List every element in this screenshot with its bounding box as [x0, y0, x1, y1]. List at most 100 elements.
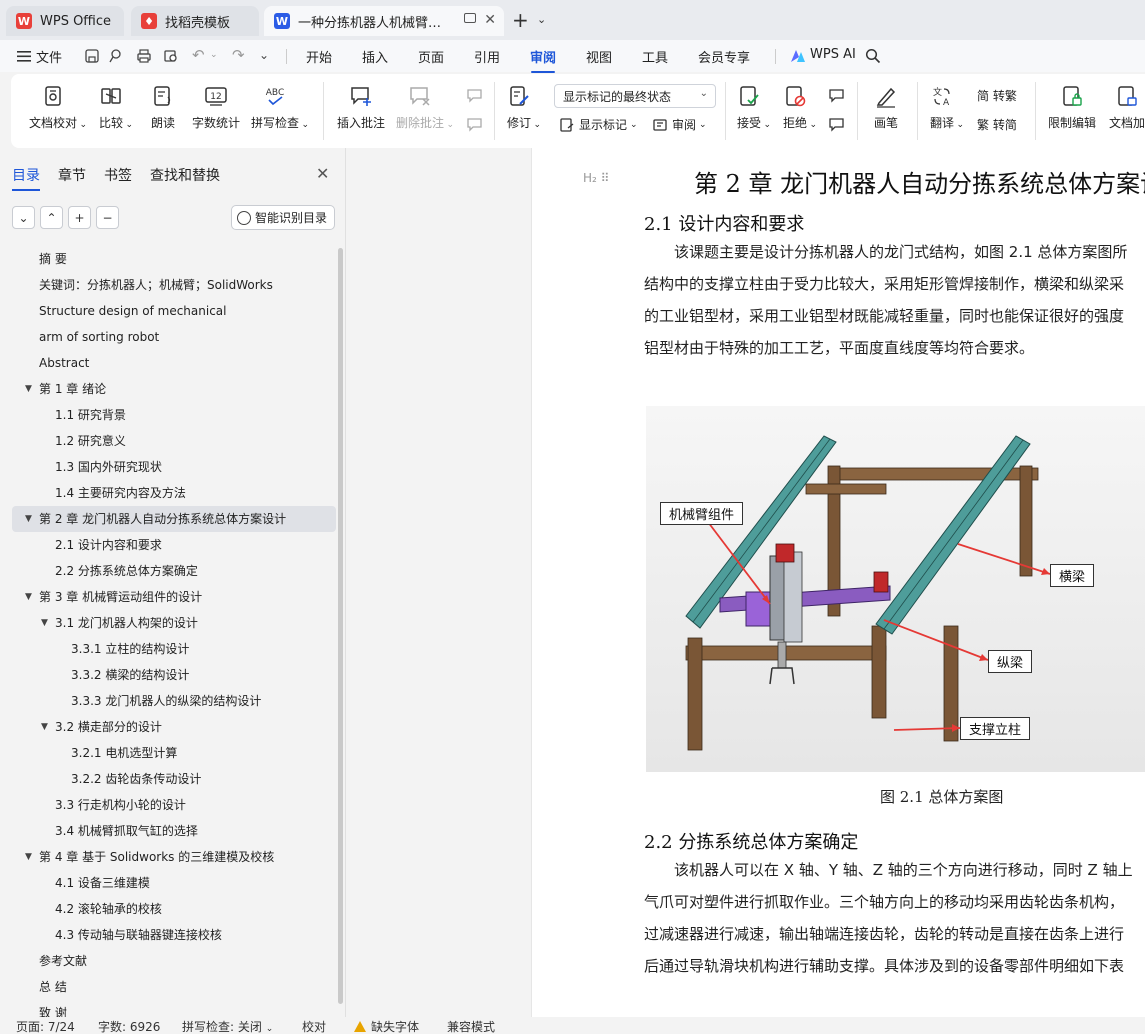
- spell-check-button[interactable]: ABC 拼写检查 ⌄: [251, 84, 309, 131]
- expand-arrow-icon[interactable]: ▼: [25, 376, 32, 402]
- toc-item[interactable]: 关键词：分拣机器人；机械臂；SolidWorks: [12, 272, 336, 298]
- overall-scheme-figure[interactable]: 机械臂组件 横梁 纵梁 支撑立柱: [646, 406, 1145, 772]
- menu-review[interactable]: 审阅: [530, 47, 556, 73]
- tab-current-document[interactable]: W 一种分拣机器人机械臂结构设计 ✕: [264, 6, 504, 36]
- collapse-down-button[interactable]: ⌄: [12, 206, 35, 229]
- insert-comment-button[interactable]: 插入批注: [337, 84, 385, 131]
- tab-docer-template[interactable]: ♦ 找稻壳模板: [131, 6, 259, 36]
- collapse-up-button[interactable]: ⌃: [40, 206, 63, 229]
- read-aloud-button[interactable]: 朗读: [151, 84, 175, 131]
- next-change-icon[interactable]: [828, 116, 846, 134]
- new-tab-button[interactable]: +: [512, 8, 529, 32]
- to-simplified-button[interactable]: 繁 转简: [977, 116, 1017, 133]
- menu-insert[interactable]: 插入: [362, 47, 388, 66]
- restrict-edit-button[interactable]: 限制编辑: [1048, 84, 1096, 131]
- print-icon[interactable]: [136, 48, 152, 64]
- toc-item[interactable]: 1.3 国内外研究现状: [12, 454, 336, 480]
- toc-item[interactable]: 4.1 设备三维建模: [12, 870, 336, 896]
- redo-icon[interactable]: ↷: [232, 46, 245, 64]
- toc-item[interactable]: 4.2 滚轮轴承的校核: [12, 896, 336, 922]
- nav-tab-toc[interactable]: 目录: [12, 165, 40, 191]
- chevron-down-icon[interactable]: ⌄: [210, 50, 218, 60]
- toc-item[interactable]: 1.4 主要研究内容及方法: [12, 480, 336, 506]
- expand-arrow-icon[interactable]: ▼: [41, 610, 48, 636]
- remove-heading-button[interactable]: −: [96, 206, 119, 229]
- reject-button[interactable]: 拒绝 ⌄: [783, 84, 817, 131]
- search-icon[interactable]: [865, 48, 881, 64]
- prev-comment-icon[interactable]: [466, 87, 484, 105]
- toc-item[interactable]: 1.2 研究意义: [12, 428, 336, 454]
- delete-comment-button[interactable]: 删除批注 ⌄: [396, 84, 454, 131]
- doc-check-button[interactable]: 文档校对 ⌄: [29, 84, 87, 131]
- page-indicator[interactable]: 页面: 7/24: [16, 1018, 75, 1034]
- compare-button[interactable]: 比较 ⌄: [99, 84, 133, 131]
- toc-item[interactable]: ▼ 第 1 章 绪论: [12, 376, 336, 402]
- review-pane-button[interactable]: 审阅 ⌄: [652, 116, 707, 133]
- toc-item[interactable]: ▼ 3.2 横走部分的设计: [12, 714, 336, 740]
- spell-check-status[interactable]: 拼写检查: 关闭 ⌄: [182, 1018, 273, 1034]
- menu-reference[interactable]: 引用: [474, 47, 500, 66]
- prev-change-icon[interactable]: [828, 87, 846, 105]
- monitor-icon[interactable]: [464, 13, 476, 23]
- document-page[interactable]: H₂ ⠿ 第 2 章 龙门机器人自动分拣系统总体方案设 2.1 设计内容和要求 …: [531, 148, 1145, 1017]
- toc-item[interactable]: 3.2.2 齿轮齿条传动设计: [12, 766, 336, 792]
- tab-wps-office[interactable]: W WPS Office: [6, 6, 124, 36]
- toc-item[interactable]: 3.3 行走机构小轮的设计: [12, 792, 336, 818]
- save-icon[interactable]: [84, 48, 100, 64]
- toc-item[interactable]: ▼ 第 3 章 机械臂运动组件的设计: [12, 584, 336, 610]
- close-tab-icon[interactable]: ✕: [484, 12, 496, 28]
- markup-display-select[interactable]: 显示标记的最终状态 ⌄: [554, 84, 716, 108]
- toc-item[interactable]: 总 结: [12, 974, 336, 1000]
- toc-item[interactable]: 3.3.1 立柱的结构设计: [12, 636, 336, 662]
- expand-arrow-icon[interactable]: ▼: [25, 844, 32, 870]
- toc-item[interactable]: 摘 要: [12, 246, 336, 272]
- toc-item[interactable]: 参考文献: [12, 948, 336, 974]
- to-traditional-button[interactable]: 简 转繁: [977, 87, 1017, 104]
- toc-item[interactable]: 1.1 研究背景: [12, 402, 336, 428]
- menu-tools[interactable]: 工具: [642, 47, 668, 66]
- menu-page[interactable]: 页面: [418, 47, 444, 66]
- toc-item[interactable]: arm of sorting robot: [12, 324, 336, 350]
- word-count-button[interactable]: 12 字数统计: [192, 84, 240, 131]
- show-markup-button[interactable]: 显示标记 ⌄: [559, 116, 638, 133]
- translate-button[interactable]: 文A 翻译 ⌄: [930, 84, 964, 131]
- menu-member[interactable]: 会员专享: [698, 47, 750, 66]
- word-count-indicator[interactable]: 字数: 6926: [98, 1018, 160, 1034]
- add-heading-button[interactable]: +: [68, 206, 91, 229]
- toc-item[interactable]: 3.3.3 龙门机器人的纵梁的结构设计: [12, 688, 336, 714]
- hamburger-icon[interactable]: [17, 49, 31, 66]
- pen-button[interactable]: 画笔: [874, 84, 898, 131]
- track-changes-button[interactable]: 修订 ⌄: [507, 84, 541, 131]
- chevron-down-icon[interactable]: ⌄: [537, 13, 546, 26]
- proofread-status[interactable]: 校对: [302, 1018, 326, 1034]
- accept-button[interactable]: 接受 ⌄: [737, 84, 771, 131]
- toc-item[interactable]: 4.3 传动轴与联轴器键连接校核: [12, 922, 336, 948]
- print-preview-icon[interactable]: [163, 48, 179, 64]
- menu-file[interactable]: 文件: [36, 47, 62, 66]
- heading-drag-handle[interactable]: H₂ ⠿: [583, 171, 609, 185]
- expand-arrow-icon[interactable]: ▼: [25, 584, 32, 610]
- nav-scrollbar[interactable]: [338, 248, 343, 1004]
- toc-item[interactable]: Structure design of mechanical: [12, 298, 336, 324]
- toc-item[interactable]: 3.2.1 电机选型计算: [12, 740, 336, 766]
- toc-item[interactable]: 2.2 分拣系统总体方案确定: [12, 558, 336, 584]
- missing-font-status[interactable]: 缺失字体: [354, 1018, 419, 1034]
- wps-ai-button[interactable]: WPS AI: [810, 47, 856, 62]
- nav-tab-bookmarks[interactable]: 书签: [104, 165, 132, 185]
- toc-item[interactable]: ▼ 3.1 龙门机器人构架的设计: [12, 610, 336, 636]
- expand-arrow-icon[interactable]: ▼: [25, 506, 32, 532]
- doc-encrypt-button[interactable]: 文档加: [1109, 84, 1145, 131]
- smart-toc-button[interactable]: 智能识别目录: [231, 205, 335, 230]
- chevron-down-icon[interactable]: ⌄: [259, 48, 269, 62]
- expand-arrow-icon[interactable]: ▼: [41, 714, 48, 740]
- menu-view[interactable]: 视图: [586, 47, 612, 66]
- toc-item[interactable]: 3.4 机械臂抓取气缸的选择: [12, 818, 336, 844]
- toc-item[interactable]: 3.3.2 横梁的结构设计: [12, 662, 336, 688]
- toc-item[interactable]: ▼ 第 2 章 龙门机器人自动分拣系统总体方案设计: [12, 506, 336, 532]
- next-comment-icon[interactable]: [466, 116, 484, 134]
- nav-tab-sections[interactable]: 章节: [58, 165, 86, 185]
- toc-item[interactable]: ▼ 第 4 章 基于 Solidworks 的三维建模及校核: [12, 844, 336, 870]
- toc-item[interactable]: Abstract: [12, 350, 336, 376]
- toc-item[interactable]: 2.1 设计内容和要求: [12, 532, 336, 558]
- menu-start[interactable]: 开始: [306, 47, 332, 66]
